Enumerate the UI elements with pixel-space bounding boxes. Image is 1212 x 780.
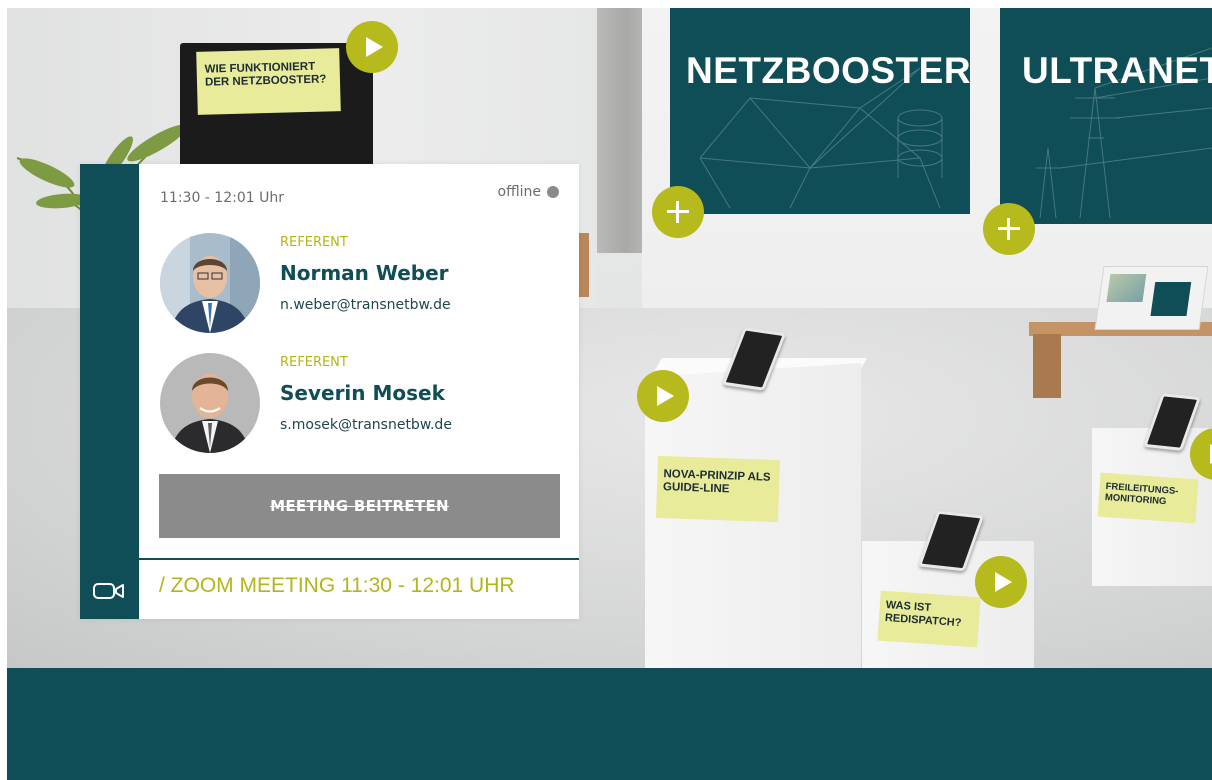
sticky-note-nova: NOVA-PRINZIP ALS GUIDE-LINE [655,455,781,523]
speaker-entry: REFERENT Norman Weber n.weber@transnetbw… [160,233,560,333]
video-camera-icon [93,583,124,599]
sticky-note-redispatch: WAS IST REDISPATCH? [877,590,981,648]
join-meeting-button[interactable]: MEETING BEITRETEN [159,474,560,538]
banner-title: NETZBOOSTER [686,50,970,91]
speaker-email[interactable]: n.weber@transnetbw.de [280,297,451,313]
plus-icon[interactable] [983,203,1035,255]
speaker-name: Severin Mosek [280,381,445,405]
speaker-email[interactable]: s.mosek@transnetbw.de [280,417,452,433]
speaker-entry: REFERENT Severin Mosek s.mosek@transnetb… [160,353,560,453]
speaker-role: REFERENT [280,355,348,370]
session-card: 11:30 - 12:01 Uhr offline REFERENT Norma… [80,164,579,619]
bench [579,233,589,297]
play-icon[interactable] [346,21,398,73]
grid-network-graphic [699,67,943,209]
divider [139,558,579,560]
status-label: offline [497,184,541,200]
speaker-name: Norman Weber [280,261,449,285]
status-dot-icon [547,186,559,198]
plus-icon[interactable] [652,186,704,238]
speaker-role: REFERENT [280,235,348,250]
play-icon[interactable] [637,370,689,422]
power-line-graphic [1036,47,1212,219]
session-time: 11:30 - 12:01 Uhr [160,190,284,206]
banner-ultranet: ULTRANET [1000,8,1212,224]
brochure [1094,266,1209,330]
banner-netzbooster: NETZBOOSTER [670,8,970,214]
presence-status: offline [498,184,559,200]
avatar [160,353,260,453]
bench-leg [1033,334,1061,398]
avatar [160,233,260,333]
play-icon[interactable] [975,556,1027,608]
meeting-info[interactable]: / ZOOM MEETING 11:30 - 12:01 UHR [159,574,515,598]
footer-bar [7,668,1212,780]
banner-title: ULTRANET [1022,50,1212,91]
card-sidebar [80,164,139,619]
sticky-note-freileitung: FREILEITUNGS-MONITORING [1097,472,1199,524]
monitor-label: WIE FUNKTIONIERT DER NETZBOOSTER? [196,48,341,115]
